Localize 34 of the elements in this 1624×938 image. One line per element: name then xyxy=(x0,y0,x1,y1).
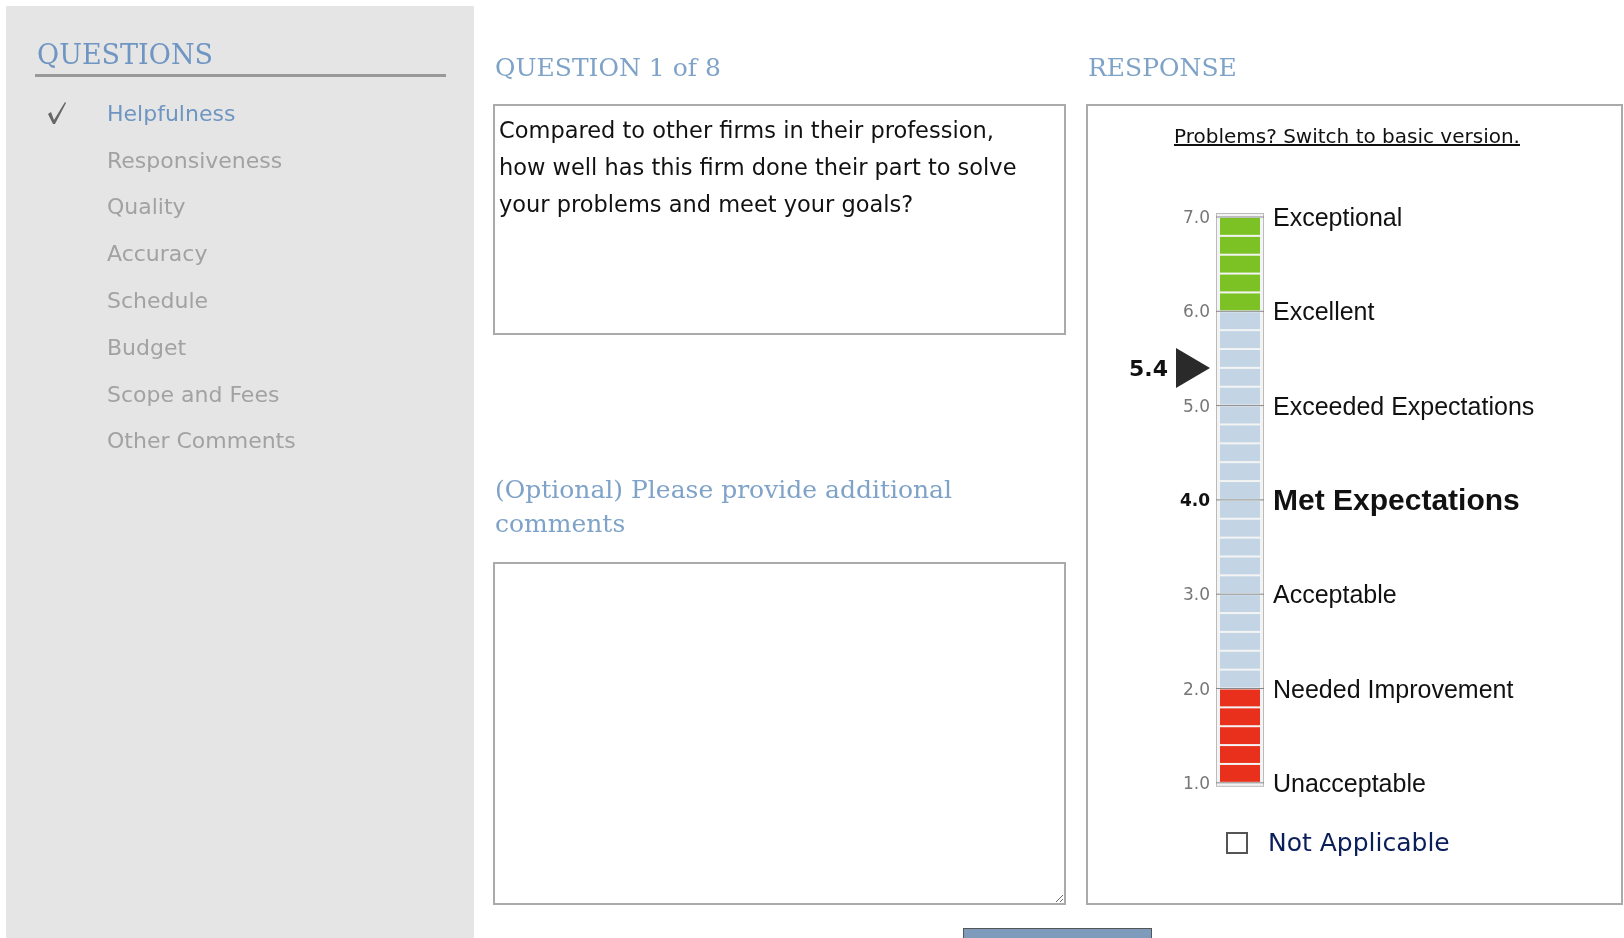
comments-field[interactable] xyxy=(493,562,1066,905)
scale-label: Excellent xyxy=(1273,296,1375,326)
checkbox-label: Not Applicable xyxy=(1268,828,1450,857)
scale-label: Exceeded Expectations xyxy=(1273,391,1535,421)
sidebar-item[interactable]: Scope and Fees xyxy=(107,381,280,407)
sidebar-item[interactable]: Accuracy xyxy=(107,241,208,267)
sidebar-item[interactable]: Schedule xyxy=(107,288,209,314)
pointer-handle[interactable] xyxy=(1176,347,1210,388)
sidebar-item[interactable]: Helpfulness xyxy=(107,100,236,126)
tick-label: 4.0 xyxy=(1179,489,1210,510)
scale-label: Unacceptable xyxy=(1273,768,1426,798)
sidebar-heading: QUESTIONS xyxy=(35,35,446,77)
sidebar-item[interactable]: Budget xyxy=(107,334,187,360)
sidebar-item[interactable]: Responsiveness xyxy=(107,147,283,173)
scale-label: Met Expectations xyxy=(1273,482,1520,517)
comments-label: (Optional) Please provide additional comments xyxy=(494,474,953,540)
tick-label: 1.0 xyxy=(1182,772,1210,793)
scale-label: Exceptional xyxy=(1273,202,1403,232)
scale-label: Needed Improvement xyxy=(1273,674,1514,703)
button[interactable] xyxy=(963,928,1152,938)
basic-version-link[interactable]: Problems? Switch to basic version. xyxy=(1174,124,1520,148)
scale-label: Acceptable xyxy=(1273,579,1397,609)
question-heading: QUESTION 1 of 8 xyxy=(494,52,722,84)
sidebar-item[interactable]: Quality xyxy=(107,194,186,220)
checkbox[interactable] xyxy=(1226,831,1248,854)
tick-label: 5.0 xyxy=(1182,395,1210,416)
tick-label: 3.0 xyxy=(1182,584,1210,605)
tick-label: 7.0 xyxy=(1182,207,1210,227)
tick-label: 2.0 xyxy=(1182,678,1210,699)
question-text: Compared to other firms in their profession, how well has this firm done their part to solve your problems and meet your goals? xyxy=(499,116,1018,219)
sidebar-item[interactable]: Other Comments xyxy=(107,428,296,454)
tick-label: 6.0 xyxy=(1182,301,1210,322)
response-heading: RESPONSE xyxy=(1087,52,1238,84)
rating-value: 5.4 xyxy=(1129,355,1168,381)
